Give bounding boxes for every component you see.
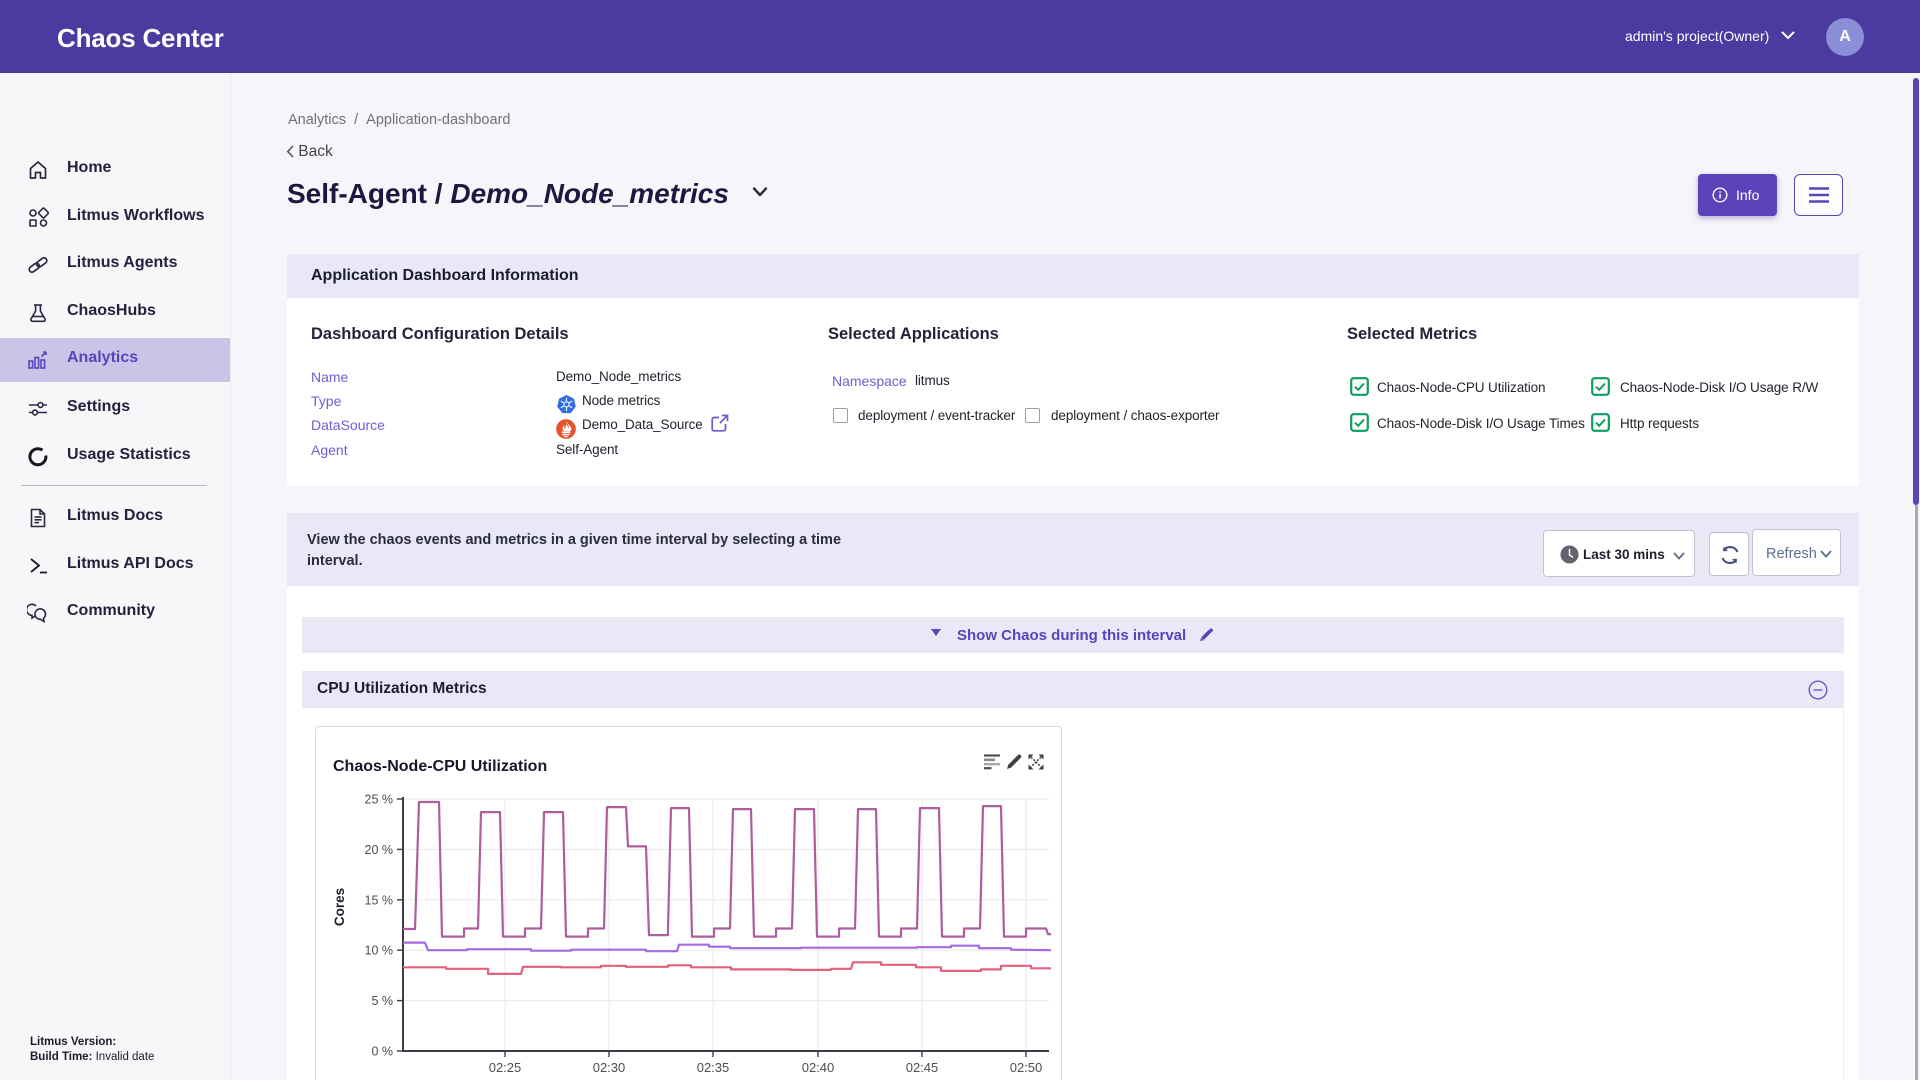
svg-text:5 %: 5 % bbox=[371, 994, 393, 1008]
svg-text:0 %: 0 % bbox=[371, 1045, 393, 1059]
svg-text:02:25: 02:25 bbox=[489, 1060, 522, 1075]
svg-text:10 %: 10 % bbox=[365, 944, 394, 958]
svg-text:25 %: 25 % bbox=[365, 793, 394, 807]
svg-text:02:30: 02:30 bbox=[593, 1060, 626, 1075]
svg-text:20 %: 20 % bbox=[365, 843, 394, 857]
svg-text:Cores: Cores bbox=[332, 888, 347, 926]
svg-text:02:35: 02:35 bbox=[697, 1060, 730, 1075]
svg-text:02:45: 02:45 bbox=[906, 1060, 939, 1075]
svg-text:02:40: 02:40 bbox=[802, 1060, 835, 1075]
svg-text:15 %: 15 % bbox=[365, 893, 394, 907]
svg-text:02:50: 02:50 bbox=[1010, 1060, 1043, 1075]
